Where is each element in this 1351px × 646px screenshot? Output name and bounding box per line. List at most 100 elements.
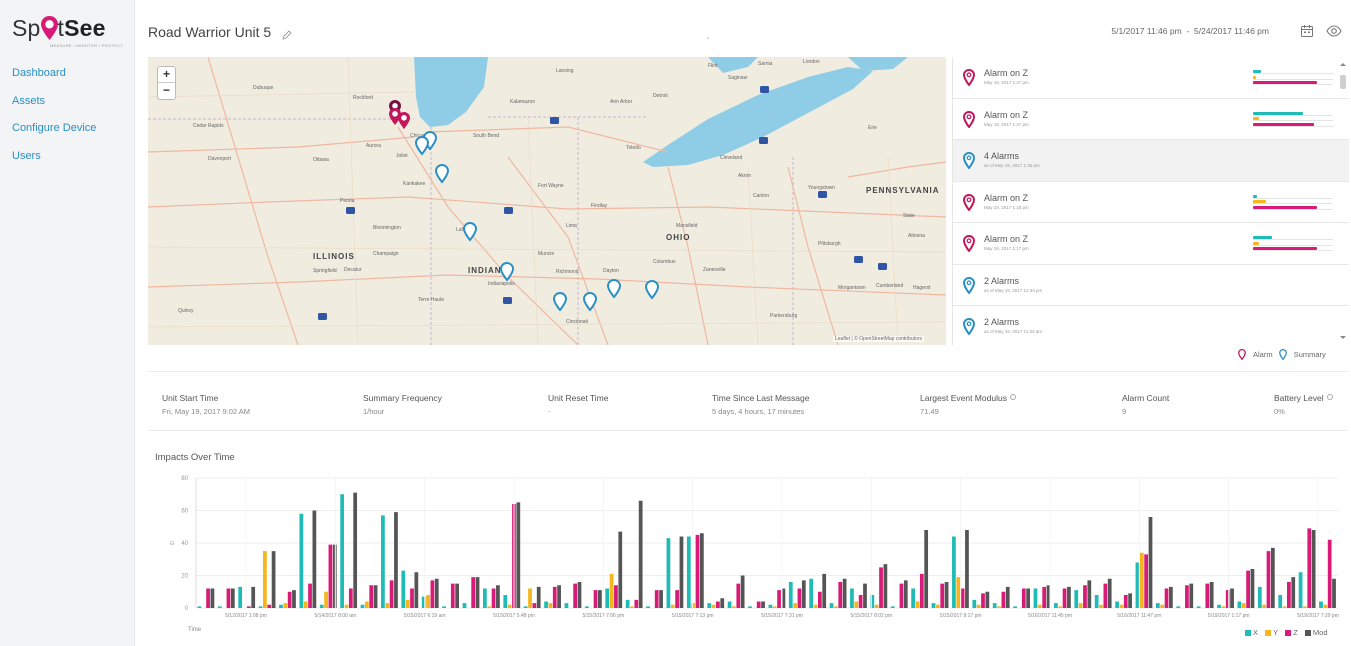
nav-configure-device[interactable]: Configure Device bbox=[12, 121, 96, 149]
svg-text:Decatur: Decatur bbox=[344, 267, 362, 273]
bar-mod bbox=[434, 578, 439, 608]
nav-users[interactable]: Users bbox=[12, 149, 96, 177]
bar-mod bbox=[332, 544, 337, 608]
divider bbox=[148, 430, 1348, 431]
bar-y bbox=[997, 606, 1001, 608]
bar-z bbox=[348, 588, 353, 608]
event-item[interactable]: 2 Alarms as of May 19, 2017 12:34 pm bbox=[953, 264, 1349, 306]
alarm-pin-icon bbox=[962, 234, 976, 253]
x-tick-label: 5/15/2017 8:17 pm bbox=[940, 613, 982, 619]
spotsee-logo[interactable]: Sp tSee MEASURE • MONITOR • PROTECT bbox=[12, 12, 127, 52]
edit-pencil-icon[interactable] bbox=[282, 27, 292, 40]
svg-text:Quincy: Quincy bbox=[178, 308, 194, 314]
bar-mod bbox=[638, 500, 643, 608]
zoom-out-button[interactable]: − bbox=[158, 83, 175, 99]
calendar-icon[interactable] bbox=[1300, 24, 1314, 38]
nav-dashboard[interactable]: Dashboard bbox=[12, 66, 96, 94]
stat-unit-reset-time: Unit Reset Time - bbox=[548, 393, 609, 416]
bar-x bbox=[1094, 595, 1099, 608]
event-item[interactable]: Alarm on Z May 19, 2017 1:17 pm bbox=[953, 223, 1349, 265]
legend-z[interactable]: Z bbox=[1285, 628, 1298, 637]
bar-z bbox=[858, 595, 863, 608]
svg-text:Aurora: Aurora bbox=[366, 143, 381, 149]
y-tick-label: 80 bbox=[181, 476, 188, 482]
scrollbar-thumb[interactable] bbox=[1340, 75, 1346, 89]
bar-z bbox=[552, 586, 557, 608]
bar-x bbox=[401, 570, 406, 608]
bar-mod bbox=[312, 510, 317, 608]
bar-y bbox=[487, 606, 492, 608]
sidebar: Sp tSee MEASURE • MONITOR • PROTECT Dashb… bbox=[0, 0, 135, 646]
svg-text:Terre Haute: Terre Haute bbox=[418, 297, 444, 303]
event-item[interactable]: 4 Alarms as of May 19, 2017 1:35 pm bbox=[953, 140, 1349, 182]
bar-x bbox=[1033, 588, 1038, 608]
bar-x bbox=[911, 588, 915, 608]
bar-z bbox=[919, 573, 924, 608]
bar-y bbox=[1303, 606, 1307, 608]
bar-z bbox=[1287, 582, 1291, 608]
bar-mod bbox=[761, 601, 765, 608]
legend-x[interactable]: X bbox=[1245, 628, 1258, 637]
event-axis-bar bbox=[1253, 236, 1333, 240]
event-item[interactable]: Alarm on Z May 19, 2017 1:18 pm bbox=[953, 181, 1349, 223]
bar-z bbox=[1144, 554, 1149, 608]
bar-x bbox=[1217, 604, 1221, 608]
bar-y bbox=[385, 603, 390, 608]
impacts-over-time-chart[interactable]: 0 20 40 60 80 G Time 5/12/2017 1:08 pm 5/14/2017… bbox=[148, 468, 1348, 640]
bar-y bbox=[1037, 604, 1042, 608]
bar-x bbox=[238, 586, 243, 608]
zoom-in-button[interactable]: + bbox=[158, 67, 175, 83]
event-title: 4 Alarms bbox=[984, 151, 1020, 161]
logo-tagline: MEASURE • MONITOR • PROTECT bbox=[50, 43, 124, 48]
event-axis-bar bbox=[1253, 70, 1333, 74]
svg-text:Findlay: Findlay bbox=[591, 203, 608, 209]
map-attribution[interactable]: Leaflet | © OpenStreetMap contributors bbox=[833, 336, 924, 342]
eye-icon[interactable] bbox=[1326, 24, 1342, 38]
bar-x bbox=[829, 603, 834, 608]
svg-text:Springfield: Springfield bbox=[313, 268, 337, 274]
info-icon[interactable] bbox=[1326, 394, 1333, 400]
bar-mod bbox=[965, 530, 969, 608]
event-axis-bars bbox=[1253, 70, 1333, 88]
bar-x bbox=[666, 538, 671, 608]
bar-z bbox=[940, 583, 945, 608]
alarm-pin-icon bbox=[1238, 349, 1246, 360]
alarm-pin-icon bbox=[962, 193, 976, 212]
map-view[interactable]: ILLINOIS INDIANA OHIO PENNSYLVANIA Rockf… bbox=[148, 57, 946, 345]
svg-text:Akron: Akron bbox=[738, 173, 751, 179]
svg-text:Joliet: Joliet bbox=[396, 153, 408, 159]
bar-z bbox=[491, 588, 496, 608]
date-range[interactable]: 5/1/2017 11:46 pm - 5/24/2017 11:46 pm bbox=[1111, 26, 1269, 36]
legend-alarm: Alarm bbox=[1238, 349, 1273, 360]
bar-mod bbox=[1250, 569, 1255, 608]
bar-y bbox=[364, 601, 369, 608]
bar-x bbox=[748, 606, 752, 608]
svg-text:Richmond: Richmond bbox=[556, 269, 579, 275]
bar-x bbox=[1135, 562, 1140, 608]
info-icon[interactable] bbox=[1009, 394, 1016, 400]
legend-mod[interactable]: Mod bbox=[1304, 628, 1328, 637]
bar-mod bbox=[883, 564, 888, 608]
bar-z bbox=[1083, 585, 1087, 608]
event-item[interactable]: 2 Alarms as of May 19, 2017 11:33 am bbox=[953, 306, 1349, 345]
event-list-scrollbar[interactable] bbox=[1338, 60, 1348, 342]
bar-y bbox=[670, 604, 675, 608]
bar-mod bbox=[903, 580, 908, 608]
nav-assets[interactable]: Assets bbox=[12, 94, 96, 122]
bar-y bbox=[1160, 604, 1165, 608]
event-item[interactable]: Alarm on Z May 19, 2017 1:47 pm bbox=[953, 98, 1349, 140]
bar-mod bbox=[394, 512, 398, 608]
bar-y bbox=[405, 599, 410, 608]
bar-z bbox=[267, 604, 272, 608]
event-title: Alarm on Z bbox=[984, 109, 1029, 120]
bar-y bbox=[1078, 603, 1083, 608]
bar-x bbox=[1237, 601, 1242, 608]
event-title: Alarm on Z bbox=[984, 68, 1029, 78]
event-item[interactable]: Alarm on Z May 19, 2017 1:47 pm bbox=[953, 57, 1349, 99]
legend-y[interactable]: Y bbox=[1265, 628, 1278, 637]
svg-text:Toledo: Toledo bbox=[626, 145, 641, 151]
svg-text:Detroit: Detroit bbox=[653, 93, 668, 99]
svg-text:Lima: Lima bbox=[566, 223, 577, 229]
bar-x bbox=[890, 606, 895, 608]
bar-x bbox=[1013, 606, 1017, 608]
